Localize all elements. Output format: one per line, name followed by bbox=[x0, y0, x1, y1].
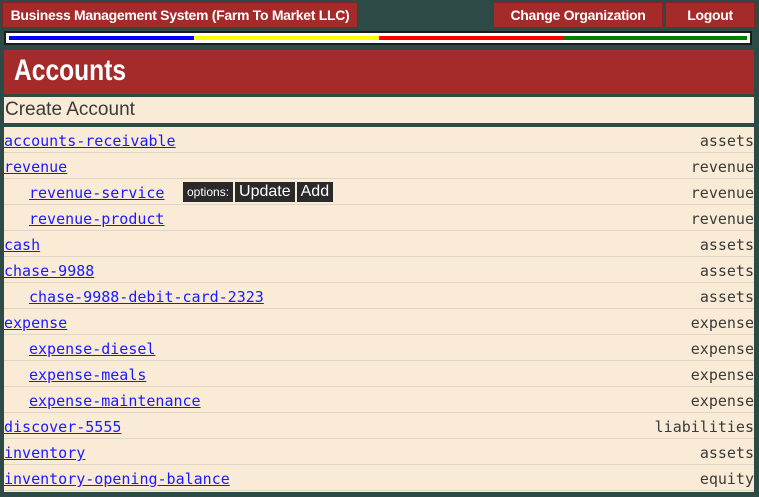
account-type-label: revenue bbox=[690, 184, 754, 202]
account-link-revenue-product[interactable]: revenue-product bbox=[29, 210, 164, 228]
app-title-button[interactable]: Business Management System (Farm To Mark… bbox=[2, 2, 358, 28]
account-link-accounts-receivable[interactable]: accounts-receivable bbox=[4, 132, 176, 150]
account-row: expense-maintenance expense bbox=[4, 387, 754, 413]
account-type-label: expense bbox=[690, 340, 754, 358]
account-link-expense-meals[interactable]: expense-meals bbox=[29, 366, 146, 384]
account-row: revenue revenue bbox=[4, 153, 754, 179]
account-row: chase-9988 assets bbox=[4, 257, 754, 283]
account-type-label: equity bbox=[699, 470, 754, 488]
update-button[interactable]: Update bbox=[235, 182, 295, 202]
account-link-expense-diesel[interactable]: expense-diesel bbox=[29, 340, 155, 358]
add-button[interactable]: Add bbox=[296, 182, 334, 202]
options-label: options: bbox=[183, 182, 234, 202]
account-type-label: expense bbox=[690, 392, 754, 410]
account-link-revenue-service[interactable]: revenue-service bbox=[29, 184, 164, 202]
account-row: expense expense bbox=[4, 309, 754, 335]
logout-button[interactable]: Logout bbox=[665, 2, 755, 28]
top-navigation-bar: Business Management System (Farm To Mark… bbox=[0, 0, 759, 30]
account-link-inventory-opening-balance[interactable]: inventory-opening-balance bbox=[4, 470, 230, 488]
change-organization-button[interactable]: Change Organization bbox=[493, 2, 663, 28]
accounts-list: accounts-receivable assets revenue revenue r… bbox=[4, 127, 754, 492]
account-row: cash assets bbox=[4, 231, 754, 257]
account-type-label: liabilities bbox=[654, 418, 754, 436]
account-type-label: expense bbox=[690, 366, 754, 384]
account-link-chase-9988-debit-card-2323[interactable]: chase-9988-debit-card-2323 bbox=[29, 288, 264, 306]
account-link-revenue[interactable]: revenue bbox=[4, 158, 67, 176]
account-row: accounts-receivable assets bbox=[4, 127, 754, 153]
stripe-yellow bbox=[194, 36, 379, 40]
account-row: expense-diesel expense bbox=[4, 335, 754, 361]
account-link-expense[interactable]: expense bbox=[4, 314, 67, 332]
account-options-group: options: Update Add bbox=[183, 182, 334, 202]
stripe-red bbox=[379, 36, 564, 40]
page-header: Accounts bbox=[4, 50, 754, 94]
account-type-label: assets bbox=[699, 444, 754, 462]
account-row: inventory assets bbox=[4, 439, 754, 465]
account-link-cash[interactable]: cash bbox=[4, 236, 40, 254]
account-link-discover-5555[interactable]: discover-5555 bbox=[4, 418, 121, 436]
account-type-label: revenue bbox=[690, 158, 754, 176]
create-account-button[interactable]: Create Account bbox=[4, 97, 754, 123]
account-type-label: revenue bbox=[690, 210, 754, 228]
account-row: discover-5555 liabilities bbox=[4, 413, 754, 439]
color-stripe-bar bbox=[4, 31, 752, 45]
account-link-inventory[interactable]: inventory bbox=[4, 444, 85, 462]
account-row: revenue-service options: Update Add revenue bbox=[4, 179, 754, 205]
account-row: expense-meals expense bbox=[4, 361, 754, 387]
account-type-label: assets bbox=[699, 288, 754, 306]
account-row: revenue-product revenue bbox=[4, 205, 754, 231]
account-link-chase-9988[interactable]: chase-9988 bbox=[4, 262, 94, 280]
account-link-expense-maintenance[interactable]: expense-maintenance bbox=[29, 392, 201, 410]
account-type-label: assets bbox=[699, 132, 754, 150]
account-type-label: assets bbox=[699, 262, 754, 280]
stripe-green bbox=[564, 36, 747, 40]
account-type-label: assets bbox=[699, 236, 754, 254]
page-title: Accounts bbox=[14, 54, 127, 87]
account-row: chase-9988-debit-card-2323 assets bbox=[4, 283, 754, 309]
account-row: inventory-opening-balance equity bbox=[4, 465, 754, 491]
account-type-label: expense bbox=[690, 314, 754, 332]
stripe-blue bbox=[9, 36, 194, 40]
